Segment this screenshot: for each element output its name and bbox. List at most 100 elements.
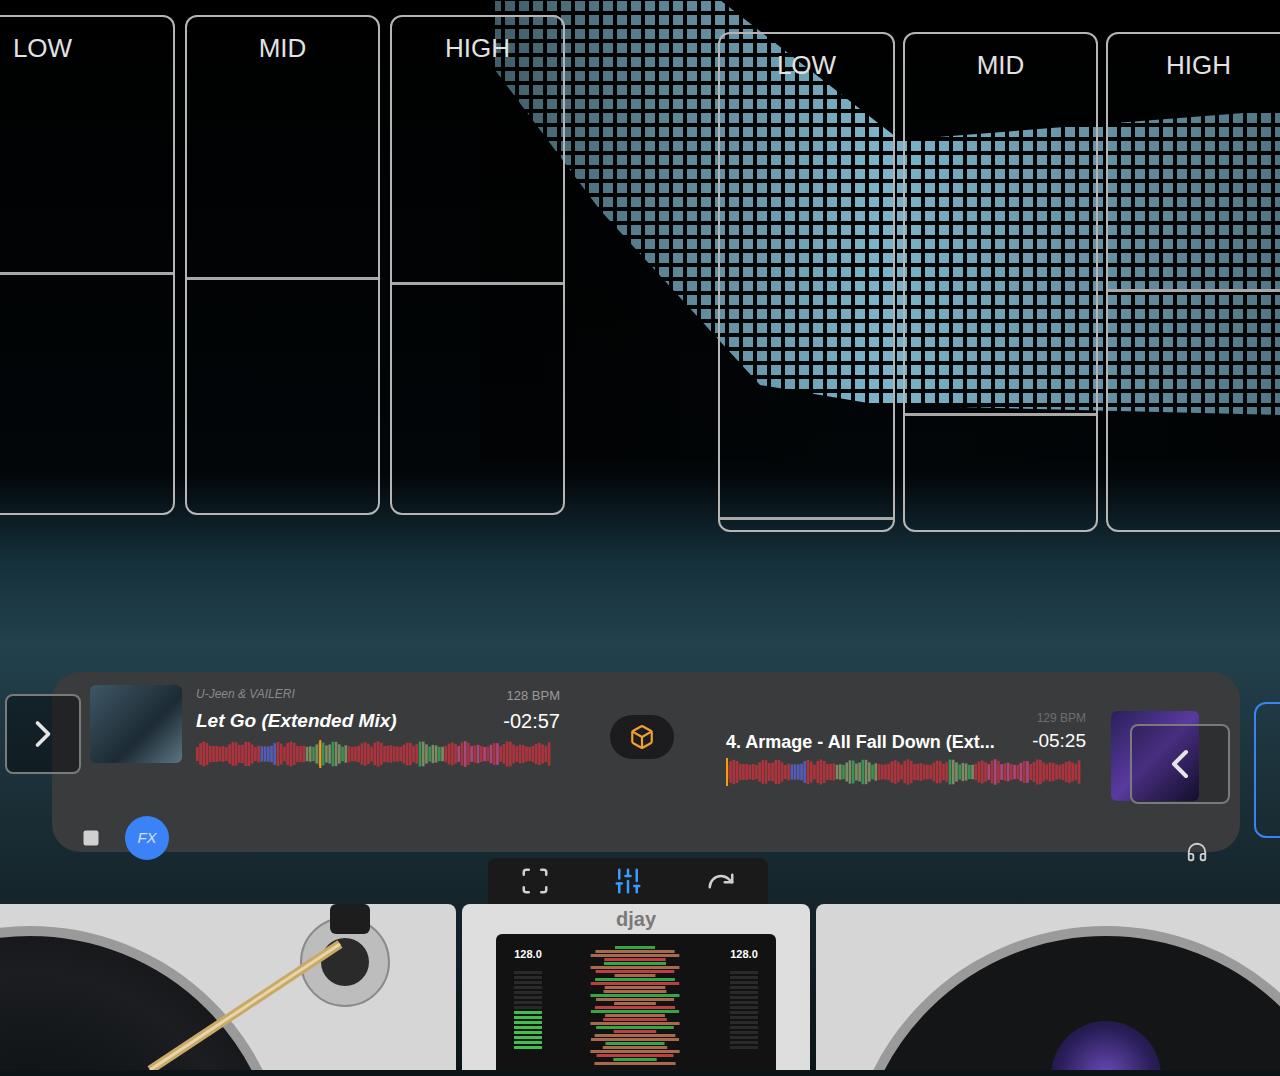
right-track-info: 4. Armage - All Fall Down (Ext... 129 BPM… bbox=[726, 709, 1086, 786]
meter-segment bbox=[514, 1041, 542, 1044]
right-remaining: -05:25 bbox=[1032, 727, 1086, 756]
meter-segment bbox=[514, 986, 542, 989]
cube-button[interactable] bbox=[610, 715, 674, 759]
cube-icon bbox=[629, 724, 655, 750]
meter-segment bbox=[730, 1001, 758, 1004]
meter-segment bbox=[730, 971, 758, 974]
waveform[interactable] bbox=[726, 758, 1081, 786]
toolbar-button[interactable] bbox=[598, 861, 658, 901]
eq-band-label: HIGH bbox=[1108, 34, 1280, 78]
deck-row: U-Jeen & VAILERI Let Go (Extended Mix) 128… bbox=[52, 672, 1240, 801]
mixer-logo: djay bbox=[616, 904, 656, 934]
meter-segment bbox=[730, 981, 758, 984]
meter-segment bbox=[514, 996, 542, 999]
level-meter bbox=[730, 971, 758, 1049]
eq-band-label: LOW bbox=[0, 17, 173, 61]
deck-bottom-row: FX bbox=[52, 813, 1240, 863]
toolbar-button[interactable] bbox=[505, 861, 565, 901]
meter-segment bbox=[514, 1021, 542, 1024]
side-panel-edge bbox=[1254, 702, 1280, 838]
eq-band-panel[interactable]: LOW bbox=[0, 15, 175, 515]
mixer: djay 128.0 128.0 bbox=[462, 904, 810, 1070]
headphones-icon[interactable] bbox=[1186, 841, 1208, 863]
view-toolbar bbox=[488, 858, 768, 904]
automix-icon bbox=[706, 866, 736, 896]
mixer-icon bbox=[613, 866, 643, 896]
right-platter[interactable] bbox=[846, 926, 1280, 1070]
left-album-art bbox=[90, 685, 182, 763]
eq-level-line bbox=[0, 272, 173, 275]
tonearm[interactable] bbox=[0, 904, 456, 1070]
left-channel: 128.0 bbox=[506, 946, 550, 1070]
meter-segment bbox=[730, 986, 758, 989]
eq-band-label: MID bbox=[187, 17, 378, 61]
meter-segment bbox=[730, 1041, 758, 1044]
library-icon[interactable] bbox=[82, 829, 100, 847]
djay-vr-app: LOW MID HIGH LOW MID HIGH U-Jeen & VAILERI Let … bbox=[0, 0, 1280, 1076]
meter-segment bbox=[514, 991, 542, 994]
meter-segment bbox=[730, 1006, 758, 1009]
eq-band-panel[interactable]: MID bbox=[185, 15, 380, 515]
meter-segment bbox=[730, 976, 758, 979]
left-channel-bpm: 128.0 bbox=[514, 946, 542, 963]
left-artist: U-Jeen & VAILERI bbox=[196, 685, 397, 703]
toolbar-button[interactable] bbox=[691, 861, 751, 901]
meter-segment bbox=[730, 1011, 758, 1014]
right-channel: 128.0 bbox=[722, 946, 766, 1070]
waveform[interactable] bbox=[196, 740, 551, 768]
meter-segment bbox=[514, 981, 542, 984]
right-eq-group: LOW MID HIGH bbox=[718, 32, 1280, 532]
left-title: Let Go (Extended Mix) bbox=[196, 707, 397, 736]
eq-band-label: LOW bbox=[720, 34, 893, 78]
meter-segment bbox=[730, 1021, 758, 1024]
eq-band-panel[interactable]: LOW bbox=[718, 32, 895, 532]
load-left-button[interactable] bbox=[5, 694, 81, 774]
meter-segment bbox=[730, 1016, 758, 1019]
left-turntable[interactable] bbox=[0, 904, 456, 1070]
eq-band-panel[interactable]: HIGH bbox=[1106, 32, 1280, 532]
eq-level-line bbox=[392, 282, 563, 285]
pixel-visualizer bbox=[0, 0, 1280, 460]
deck-strip: U-Jeen & VAILERI Let Go (Extended Mix) 128… bbox=[52, 672, 1240, 852]
mixer-screen: 128.0 128.0 bbox=[496, 934, 776, 1070]
meter-segment bbox=[730, 1026, 758, 1029]
eq-level-line bbox=[1108, 289, 1280, 292]
eq-section: LOW MID HIGH LOW MID HIGH bbox=[0, 0, 1280, 548]
meter-segment bbox=[730, 996, 758, 999]
chevron-right-icon bbox=[21, 712, 65, 756]
eq-level-line bbox=[905, 413, 1096, 416]
left-track-info: U-Jeen & VAILERI Let Go (Extended Mix) 128… bbox=[196, 685, 560, 768]
meter-segment bbox=[514, 1001, 542, 1004]
right-bpm: 129 BPM bbox=[1037, 709, 1086, 727]
toolbar-row bbox=[0, 858, 1280, 904]
left-remaining: -02:57 bbox=[503, 706, 560, 736]
meter-segment bbox=[514, 1031, 542, 1034]
deck-strip-area: U-Jeen & VAILERI Let Go (Extended Mix) 128… bbox=[0, 672, 1280, 858]
level-meter bbox=[514, 971, 542, 1049]
right-channel-bpm: 128.0 bbox=[730, 946, 758, 963]
eq-band-panel[interactable]: HIGH bbox=[390, 15, 565, 515]
meter-segment bbox=[514, 976, 542, 979]
mixer-waveform bbox=[560, 946, 712, 1066]
record-label bbox=[1051, 1021, 1161, 1070]
eq-band-label: MID bbox=[905, 34, 1096, 78]
layout-icon bbox=[520, 866, 550, 896]
left-eq-group: LOW MID HIGH bbox=[0, 15, 565, 515]
fx-button[interactable]: FX bbox=[125, 816, 169, 860]
meter-segment bbox=[514, 1036, 542, 1039]
meter-segment bbox=[514, 1016, 542, 1019]
right-turntable[interactable] bbox=[816, 904, 1280, 1070]
meter-segment bbox=[514, 1006, 542, 1009]
left-bpm: 128 BPM bbox=[507, 686, 560, 706]
meter-segment bbox=[730, 1046, 758, 1049]
meter-segment bbox=[514, 1011, 542, 1014]
eq-band-panel[interactable]: MID bbox=[903, 32, 1098, 532]
meter-segment bbox=[514, 1046, 542, 1049]
right-title: 4. Armage - All Fall Down (Ext... bbox=[726, 729, 995, 756]
load-right-button[interactable] bbox=[1130, 724, 1230, 804]
meter-segment bbox=[730, 1036, 758, 1039]
left-platter[interactable] bbox=[0, 926, 290, 1070]
meter-segment bbox=[730, 1031, 758, 1034]
meter-segment bbox=[514, 1026, 542, 1029]
turntable-area: djay 128.0 128.0 bbox=[0, 904, 1280, 1070]
